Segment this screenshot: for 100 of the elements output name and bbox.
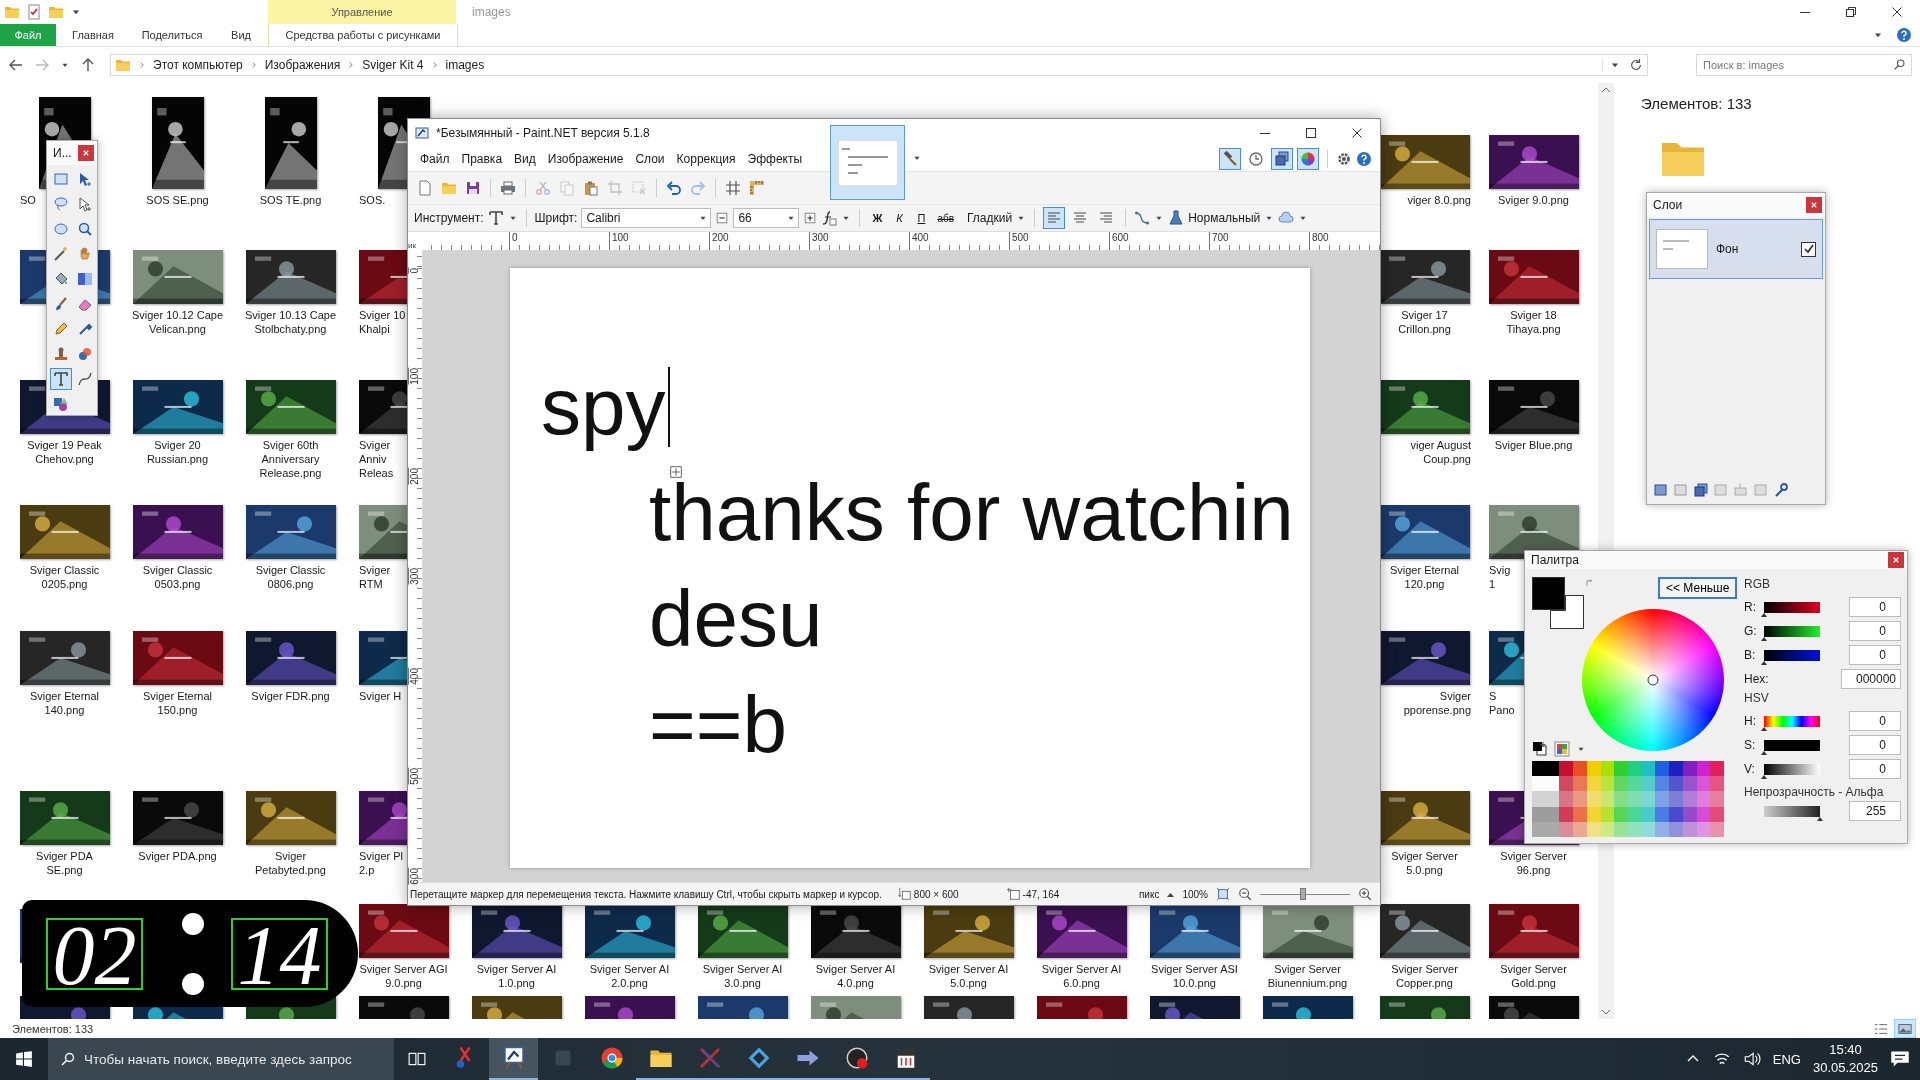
file-name[interactable]: viger August Coup.png [1410,438,1477,466]
file-name[interactable]: S Pano [1477,689,1515,717]
ribbon-tab[interactable]: Средства работы с рисунками [268,24,458,46]
file-name[interactable]: Sviger Classic 0503.png [130,563,225,591]
file-name[interactable]: Sviger Server 5.0.png [1382,849,1467,877]
menu-item[interactable]: Коррекция [670,152,742,166]
file-name[interactable]: Sviger RTM [347,563,391,591]
file-name[interactable]: Sviger Eternal 120.png [1382,563,1467,591]
value-field[interactable]: 0 [1849,621,1901,641]
file-name[interactable]: Sviger Server AI 1.0.png [469,962,564,990]
canvas-text[interactable]: ==b [649,685,787,765]
bold-button[interactable]: Ж [868,208,887,228]
file-name[interactable]: Sviger Eternal 150.png [130,689,225,717]
clock-time[interactable]: 15:40 [1829,1041,1862,1059]
value-field[interactable]: 0 [1849,645,1901,665]
channel-label: V: [1744,762,1756,776]
section-label: HSV [1744,691,1770,707]
file-name[interactable]: Sviger 17 Crillon.png [1382,308,1467,336]
menu-item[interactable]: Файл [414,152,456,166]
ribbon-tab[interactable]: Главная [56,24,130,46]
strike-button[interactable]: абв [934,208,957,228]
menu-item[interactable]: Изображение [541,152,630,166]
file-name[interactable]: Sviger Classic 0205.png [17,563,112,591]
less-button[interactable]: << Меньше [1658,577,1738,599]
file-name[interactable]: Sviger Blue.png [1494,438,1573,452]
value-field[interactable]: 0 [1849,711,1901,731]
zoom-level[interactable]: 100% [1182,888,1208,900]
blend-mode-dropdown[interactable]: Нормальный [1188,211,1261,225]
hex-field[interactable]: 000000 [1841,669,1901,689]
value-field[interactable]: 0 [1849,735,1901,755]
file-name[interactable]: Sviger Server Gold.png [1486,962,1581,990]
clock-date[interactable]: 30.05.2025 [1812,1059,1878,1077]
file-name[interactable]: Sviger 10.12 Cape Velican.png [130,308,225,336]
font-dropdown[interactable]: Calibri [581,208,712,228]
ribbon-tab[interactable]: Поделиться [130,24,214,46]
ribbon-tab[interactable]: Вид [214,24,268,46]
breadcrumb-item[interactable]: Изображения [264,58,341,72]
file-name[interactable]: Sviger Anniv Releas [347,438,394,480]
file-name[interactable]: Svig 1 [1477,563,1511,591]
menu-item[interactable]: Правка [455,152,509,166]
file-name[interactable]: viger 8.0.png [1407,193,1477,207]
item-count: Элементов: 133 [1641,95,1753,112]
file-name[interactable]: Sviger 18 Tihaya.png [1486,308,1581,336]
antialias-dropdown[interactable]: Гладкий [967,211,1013,225]
file-name[interactable]: Sviger H [347,689,402,703]
file-name[interactable]: Sviger Server AGI 9.0.png [356,962,451,990]
file-name[interactable]: Sviger Eternal 140.png [17,689,112,717]
file-name[interactable]: SOS SE.png [146,193,209,207]
address-bar[interactable]: Этот компьютер Изображения Sviger Kit 4 images [110,54,1648,76]
file-name[interactable]: SOS TE.png [259,193,322,207]
breadcrumb-item[interactable]: Sviger Kit 4 [362,58,424,72]
file-name[interactable]: Sviger FDR.png [251,689,330,703]
file-name[interactable]: Sviger Server Biunennium.png [1260,962,1355,990]
font-size-dropdown[interactable]: 66 [733,208,800,228]
file-name[interactable]: Sviger Server AI 2.0.png [582,962,677,990]
file-name[interactable]: Sviger 60th Anniversary Release.png [243,438,338,480]
file-name[interactable]: Sviger Petabyted.png [243,849,338,877]
file-name[interactable]: Sviger 20 Russian.png [130,438,225,466]
file-name[interactable]: Sviger PDA.png [138,849,217,863]
status-text: Элементов: 133 [12,1022,94,1035]
taskbar-search-field[interactable]: Чтобы начать поиск, введите здесь запрос [48,1038,394,1080]
canvas-text[interactable]: desu [649,579,823,659]
language-indicator[interactable]: ENG [1772,1051,1801,1067]
menu-item[interactable]: Эффекты [741,152,809,166]
underline-button[interactable]: П [912,208,931,228]
file-name[interactable]: Sviger Pl 2.p [347,849,404,877]
file-name[interactable]: Sviger 10.13 Cape Stolbchaty.png [243,308,338,336]
file-name[interactable]: Sviger Server AI 4.0.png [808,962,903,990]
file-name[interactable]: Sviger Server AI 3.0.png [695,962,790,990]
channel-label: S: [1744,738,1757,752]
menu-item[interactable]: Слои [629,152,671,166]
value-field[interactable]: 0 [1849,759,1901,779]
file-name[interactable]: Sviger Server AI 6.0.png [1034,962,1129,990]
value-field[interactable]: 255 [1849,801,1901,821]
canvas-text[interactable]: thanks for watchin [649,473,1294,553]
italic-button[interactable]: К [890,208,909,228]
file-name[interactable]: Sviger PDA SE.png [17,849,112,877]
file-name[interactable]: Sviger Classic 0806.png [243,563,338,591]
file-name[interactable]: SO [8,193,36,207]
file-name[interactable]: SOS. [347,193,386,207]
canvas[interactable]: spy thanks for watchin desu ==b [510,268,1310,868]
file-name[interactable]: Sviger Server Copper.png [1382,962,1467,990]
file-name[interactable]: Sviger 19 Peak Chehov.png [17,438,112,466]
unit-dropdown[interactable]: пикс [1138,888,1160,900]
file-name[interactable]: Sviger 9.0.png [1498,193,1569,207]
value-field[interactable]: 0 [1849,597,1901,617]
file-name[interactable]: Sviger pporense.png [1403,689,1477,717]
status-hint: Перетащите маркер для перемещения текста. Нажмите клавишу Ctrl, чтобы скрыть маркер и курсор. [410,888,882,900]
file-name[interactable]: Sviger Server AI 5.0.png [921,962,1016,990]
breadcrumb-item[interactable]: Этот компьютер [153,58,243,72]
cursor-position: -47, 164 [1022,888,1060,900]
layer-item[interactable]: Фон [1649,219,1823,279]
hex-label: Hex: [1744,672,1769,686]
file-name[interactable]: Sviger 10 Khalpi [347,308,406,336]
file-name[interactable]: Sviger Server 96.png [1486,849,1581,877]
clock-minutes: 14 [231,917,328,990]
menu-item[interactable]: Вид [508,152,542,166]
file-name[interactable]: Sviger Server ASI 10.0.png [1147,962,1242,990]
search-field[interactable]: Поиск в: images [1696,54,1912,76]
breadcrumb-item[interactable]: images [445,58,485,72]
